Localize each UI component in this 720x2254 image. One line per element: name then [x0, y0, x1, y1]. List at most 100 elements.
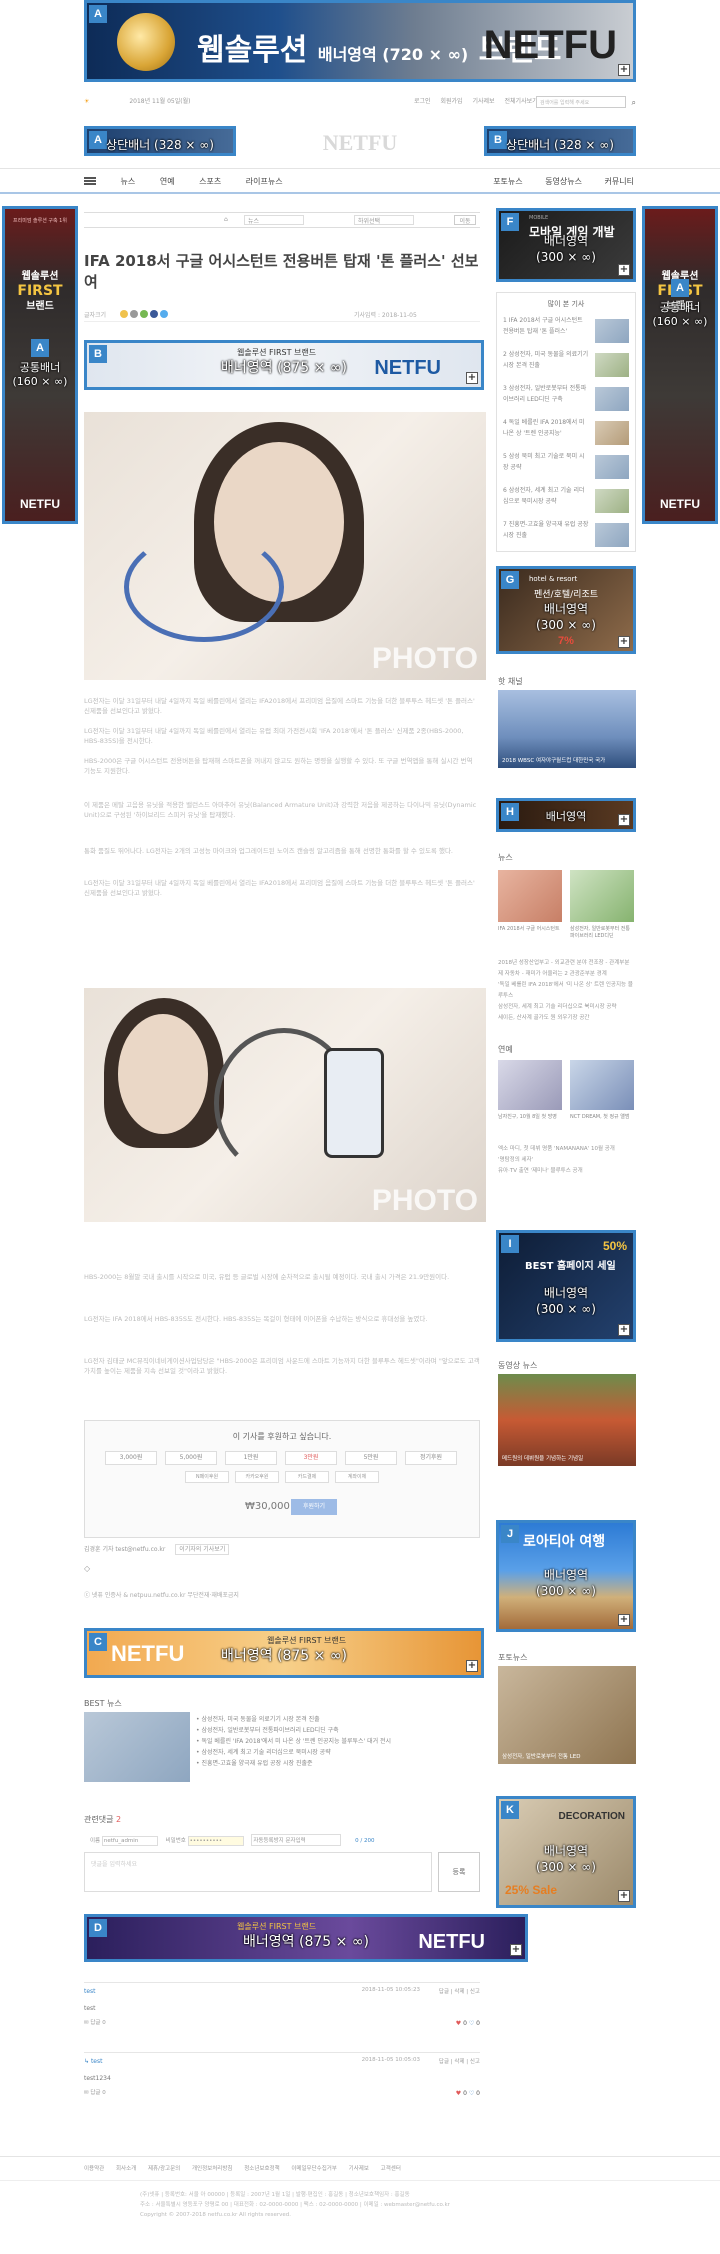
payment-method[interactable]: 카드결제: [285, 1471, 329, 1483]
list-item[interactable]: • 삼성전자, 일반로봇부터 전통파이브러리 LED디딘 구축: [196, 1725, 391, 1736]
expand-icon[interactable]: +: [618, 1890, 630, 1902]
login-link[interactable]: 로그인: [414, 98, 431, 105]
share-print-icon[interactable]: [129, 310, 138, 318]
category-select[interactable]: 뉴스: [244, 215, 304, 225]
list-item[interactable]: 유아·TV 출연 '제미나' 블루투스 공개: [498, 1166, 636, 1177]
list-item[interactable]: 2 삼성전자, 미국 동물을 의료기기 시장 본격 진출: [503, 349, 589, 383]
top-banner-ad[interactable]: A 웹솔루션 배너영역 (720 × ∞) 브랜드 NETFU +: [84, 0, 636, 82]
reporter-more-link[interactable]: 이기자의 기사보기: [175, 1544, 230, 1555]
share-icons[interactable]: [120, 310, 168, 320]
ent-thumb[interactable]: [498, 1060, 562, 1110]
right-ad-i[interactable]: I 50% BEST 홈페이지 세일 배너영역 (300 × ∞) +: [496, 1230, 636, 1342]
comment-submit-button[interactable]: 등록: [438, 1852, 480, 1892]
footer-link[interactable]: 이용약관: [84, 2166, 104, 2172]
share-twitter-icon[interactable]: [159, 310, 168, 318]
list-item[interactable]: • 삼성전자, 미국 동물을 의료기기 시장 본격 진출: [196, 1714, 391, 1725]
password-input[interactable]: ••••••••••: [187, 1836, 244, 1846]
amount-option[interactable]: 정기후원: [405, 1451, 457, 1465]
go-button[interactable]: 이동: [454, 215, 476, 225]
reply-count[interactable]: ✉ 답글 0: [84, 2018, 480, 2026]
list-item[interactable]: 6 삼성전자, 세계 최고 기술 리더십으로 북미시장 공략: [503, 485, 589, 519]
search-input[interactable]: 검색어를 입력해 주세요: [536, 96, 626, 108]
payment-method[interactable]: 계좌이체: [335, 1471, 379, 1483]
list-item[interactable]: 제 자동차 - 재미가 어울리는 2 관광준부분 경계: [498, 969, 636, 980]
best-news-thumb[interactable]: [84, 1712, 190, 1782]
right-ad-g[interactable]: G hotel & resort 펜션/호텔/리조트 배너영역 (300 × ∞)…: [496, 566, 636, 654]
expand-icon[interactable]: +: [618, 636, 630, 648]
nav-entertainment[interactable]: 연예: [160, 177, 175, 186]
footer-link[interactable]: 제휴/광고문의: [148, 2166, 180, 2172]
footer-link[interactable]: 고객센터: [381, 2166, 401, 2172]
article-banner-d[interactable]: D 웹솔루션 FIRST 브랜드 배너영역 (875 × ∞) NETFU +: [84, 1914, 528, 1962]
nav-news[interactable]: 뉴스: [121, 177, 136, 186]
right-ad-k[interactable]: K DECORATION 배너영역 (300 × ∞) 25% Sale +: [496, 1796, 636, 1908]
ent-caption[interactable]: NCT DREAM, 첫 정규 앨범: [570, 1114, 634, 1121]
list-item[interactable]: • 진흥면-고효율 양극재 유럽 공장 시장 진출준: [196, 1758, 391, 1769]
footer-link[interactable]: 회사소개: [116, 2166, 136, 2172]
home-icon[interactable]: ⌂: [224, 216, 228, 223]
article-banner-b[interactable]: B 웹솔루션 FIRST 브랜드 배너영역 (875 × ∞) NETFU +: [84, 340, 484, 390]
amount-option[interactable]: 1만원: [225, 1451, 277, 1465]
header-left-ad[interactable]: A 상단배너 (328 × ∞): [84, 126, 236, 156]
list-item[interactable]: 4 독일 베를린 IFA 2018에서 미 나온 상 '트렌 인공지능': [503, 417, 589, 451]
news-thumb[interactable]: [595, 421, 629, 445]
list-item[interactable]: 5 삼성 북미 최고 기술로 북미 시장 공략: [503, 451, 589, 485]
menu-icon[interactable]: [84, 177, 96, 185]
news-thumb[interactable]: [595, 523, 629, 547]
comment-actions[interactable]: 답글 | 삭제 | 신고: [439, 1987, 480, 1995]
right-ad-j[interactable]: J 로아티아 여행 배너영역 (300 × ∞) +: [496, 1520, 636, 1632]
amount-option[interactable]: 3만원: [285, 1451, 337, 1465]
footer-link[interactable]: 이메일무단수집거부: [291, 2166, 337, 2172]
news-thumb[interactable]: [595, 455, 629, 479]
expand-icon[interactable]: +: [466, 1660, 478, 1672]
footer-link[interactable]: 청소년보호정책: [244, 2166, 279, 2172]
tip-link[interactable]: 기사제보: [473, 98, 495, 105]
site-logo[interactable]: NETFU: [300, 130, 420, 156]
list-item[interactable]: 2018년 성장산업부고 - 외교관련 분야 전조장 - 관계부분: [498, 958, 636, 969]
payment-method[interactable]: 카카오후원: [235, 1471, 279, 1483]
amount-option[interactable]: 3,000원: [105, 1451, 157, 1465]
news-thumb[interactable]: [570, 870, 634, 922]
news-caption[interactable]: 삼성전자, 일반로봇부터 전통파이브러리 LED디딘: [570, 926, 634, 940]
vote-buttons[interactable]: ♥ 0 ♡ 0: [456, 2020, 480, 2027]
share-kakao-icon[interactable]: [120, 310, 128, 318]
video-thumb[interactable]: 메드원의 데뷔원을 기념하는 기념일: [498, 1374, 636, 1466]
header-right-ad[interactable]: B 상단배너 (328 × ∞): [484, 126, 636, 156]
ent-thumb[interactable]: [570, 1060, 634, 1110]
photo-news-image[interactable]: 삼성전자, 일반로봇부터 전통 LED: [498, 1666, 636, 1764]
name-input[interactable]: netfu_admin: [101, 1836, 158, 1846]
right-ad-f[interactable]: F MOBILE 모바일 게임 개발 배너영역 (300 × ∞) +: [496, 208, 636, 282]
list-item[interactable]: '독일 베를린 IFA 2018'에서 '미 나온 상' 트렌 인공지능 블루투…: [498, 980, 636, 1002]
expand-icon[interactable]: +: [618, 1324, 630, 1336]
right-side-ad[interactable]: 웹솔루션FIRST브랜드 A 공통배너(160 × ∞) NETFU: [642, 206, 718, 524]
footer-link[interactable]: 기사제보: [349, 2166, 369, 2172]
share-naver-icon[interactable]: [139, 310, 148, 318]
list-item[interactable]: • 삼성전자, 세계 최고 기술 리더십으로 북미시장 공략: [196, 1747, 391, 1758]
right-ad-h[interactable]: H 배너영역 +: [496, 798, 636, 832]
captcha-input[interactable]: 자동등록방지 문자입력: [251, 1834, 342, 1846]
search-icon[interactable]: ⌕: [632, 98, 636, 108]
news-thumb[interactable]: [498, 870, 562, 922]
payment-method[interactable]: N페이후원: [185, 1471, 229, 1483]
expand-icon[interactable]: +: [618, 64, 630, 76]
comment-actions[interactable]: 답글 | 삭제 | 신고: [439, 2057, 480, 2065]
left-side-ad[interactable]: 프리미엄 솔루션 구축 1위 웹솔루션 FIRST 브랜드 A 공통배너 (160 ×…: [2, 206, 78, 524]
list-item[interactable]: 7 진흥면-고효율 양극재 유럽 공장 시장 진출: [503, 519, 589, 553]
nav-photo[interactable]: 포토뉴스: [493, 177, 522, 186]
amount-option[interactable]: 5,000원: [165, 1451, 217, 1465]
nav-video[interactable]: 동영상뉴스: [545, 177, 582, 186]
news-thumb[interactable]: [595, 353, 629, 377]
expand-icon[interactable]: +: [618, 264, 630, 276]
all-news-link[interactable]: 전체기사보기: [505, 98, 538, 105]
news-thumb[interactable]: [595, 319, 629, 343]
amount-option[interactable]: 5만원: [345, 1451, 397, 1465]
news-thumb[interactable]: [595, 489, 629, 513]
list-item[interactable]: 세이든, 산사계 골가도 원 외우기장 공간: [498, 1013, 636, 1024]
list-item[interactable]: • 독일 베를린 'IFA 2018'에서 미 나온 상 '트렌 인공지능 블루…: [196, 1736, 391, 1747]
support-button[interactable]: 후원하기: [291, 1499, 337, 1515]
expand-icon[interactable]: +: [510, 1944, 522, 1956]
list-item[interactable]: 삼성전자, 세계 최고 기술 리더십으로 북미시장 공략: [498, 1002, 636, 1013]
vote-buttons[interactable]: ♥ 0 ♡ 0: [456, 2090, 480, 2097]
ent-caption[interactable]: 남자친구, 10월 8일 첫 방영: [498, 1114, 562, 1121]
nav-life[interactable]: 라이프뉴스: [246, 177, 283, 186]
